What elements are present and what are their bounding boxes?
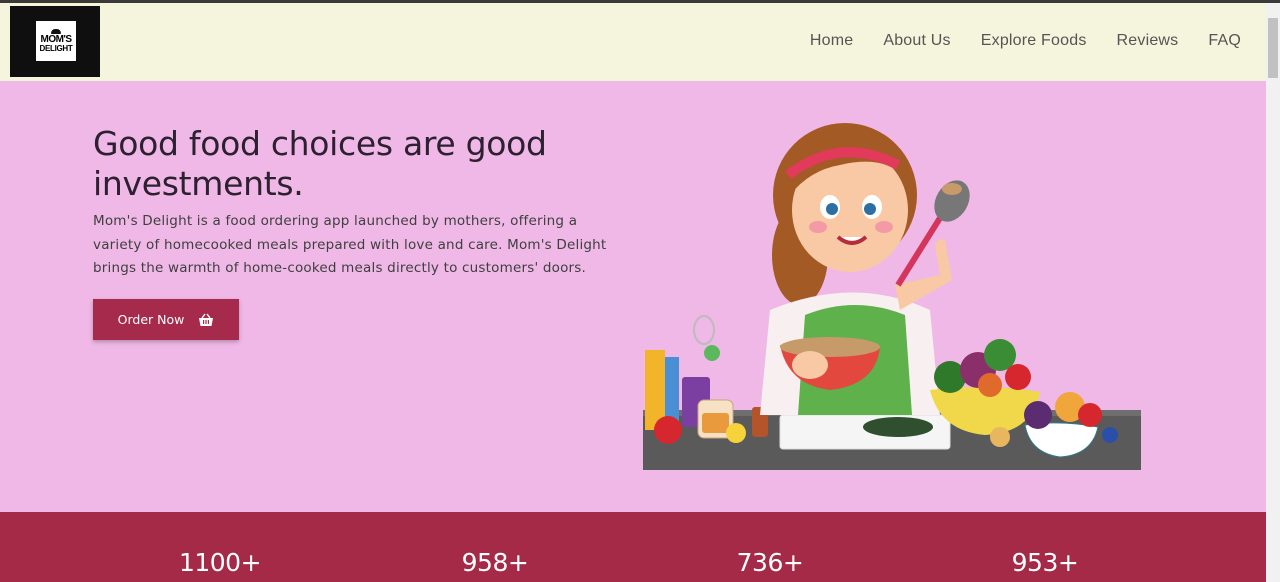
site-header: MOM'S DELIGHT Home About Us Explore Food… (0, 3, 1266, 81)
main-nav: Home About Us Explore Foods Reviews FAQ (810, 32, 1241, 50)
order-now-label: Order Now (117, 312, 185, 327)
hero-description: Mom's Delight is a food ordering app lau… (93, 213, 607, 276)
mom-cooking-illustration (643, 123, 1141, 470)
nav-home[interactable]: Home (810, 32, 853, 50)
stat-value-2: 958+ (461, 548, 529, 577)
brand-logo[interactable]: MOM'S DELIGHT (10, 6, 100, 77)
stat-value-3: 736+ (736, 548, 804, 577)
scrollbar-thumb[interactable] (1268, 18, 1278, 78)
logo-badge: MOM'S DELIGHT (36, 21, 76, 61)
nav-about-us[interactable]: About Us (883, 32, 950, 50)
order-now-button[interactable]: Order Now (93, 299, 239, 340)
nav-explore-foods[interactable]: Explore Foods (981, 32, 1087, 50)
nav-reviews[interactable]: Reviews (1117, 32, 1179, 50)
stat-value-1: 1100+ (178, 548, 262, 577)
stat-value-4: 953+ (1011, 548, 1079, 577)
logo-text-line2: DELIGHT (39, 44, 73, 53)
page-scrollbar[interactable] (1266, 3, 1280, 582)
stats-band: 1100+ 958+ 736+ 953+ (0, 512, 1266, 582)
basket-icon (199, 313, 214, 326)
hero-title: Good food choices are good investments. (93, 124, 547, 203)
nav-faq[interactable]: FAQ (1208, 32, 1241, 50)
